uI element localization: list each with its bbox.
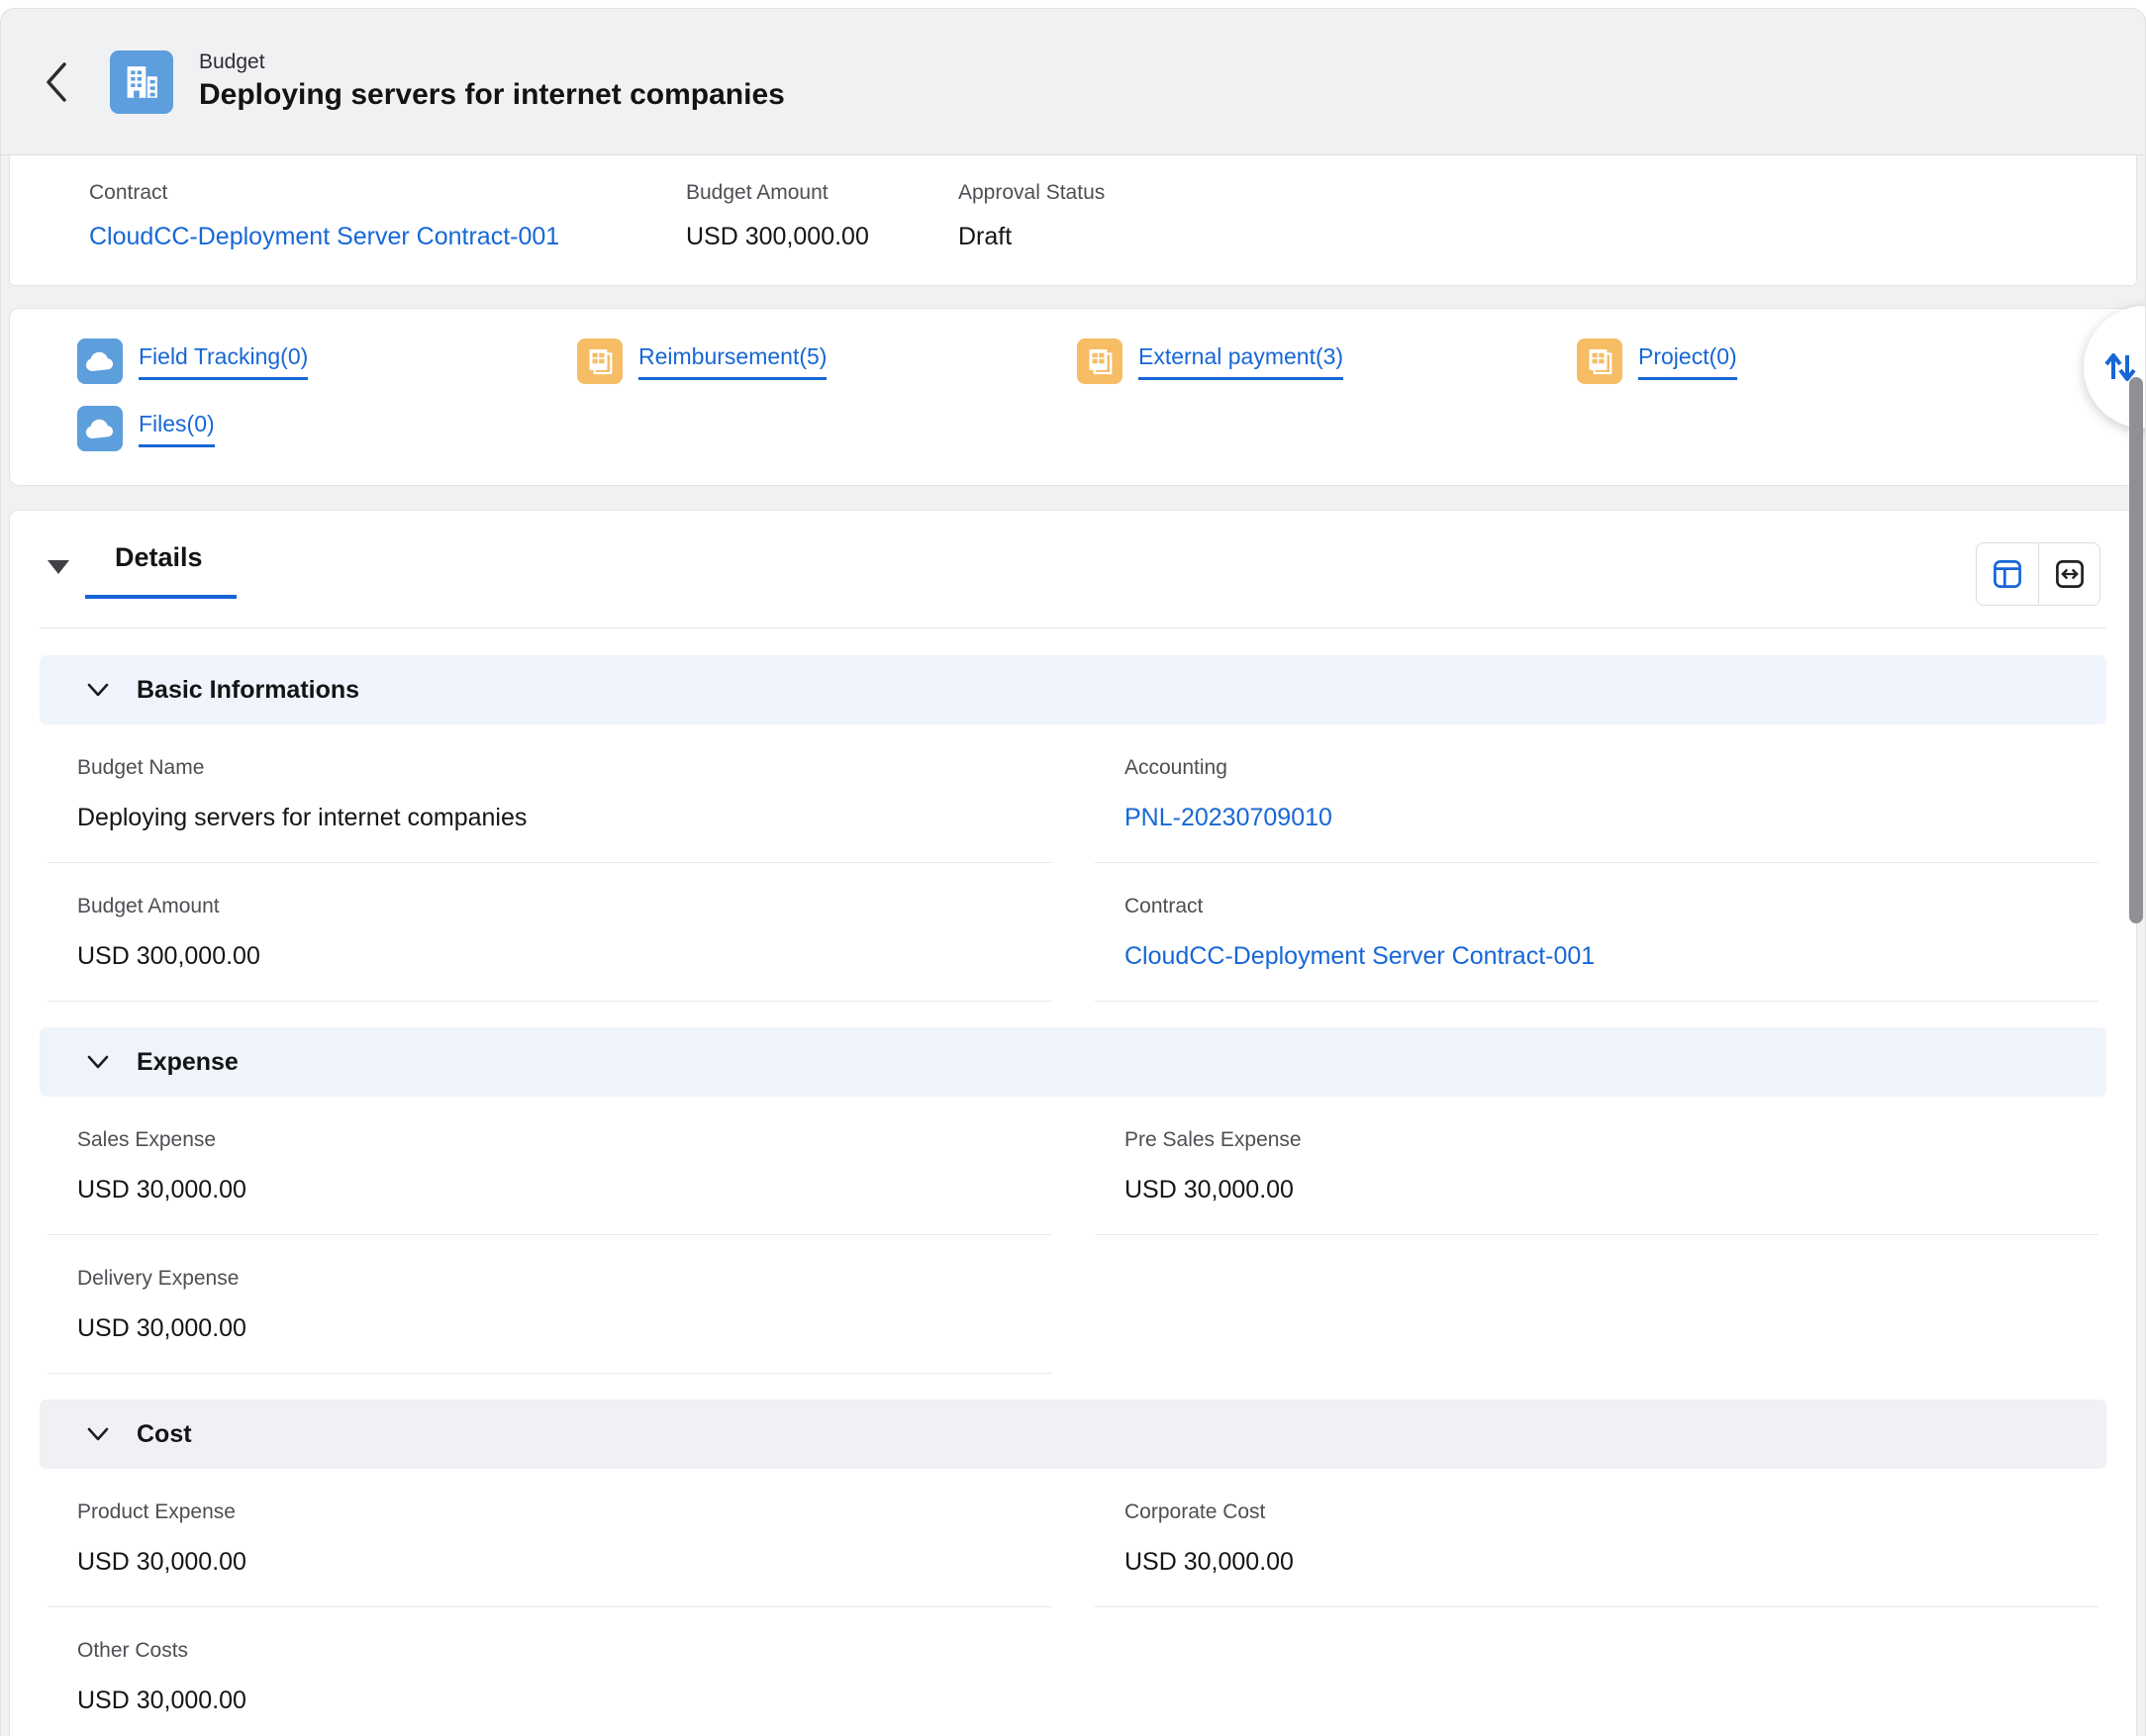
reimbursement-link[interactable]: Reimbursement(5) [638, 343, 827, 380]
field-tracking-link[interactable]: Field Tracking(0) [139, 343, 308, 380]
chevron-down-icon [85, 681, 111, 699]
field-label: Budget Amount [77, 895, 1051, 918]
field-value: USD 30,000.00 [1124, 1548, 2098, 1577]
summary-budget-amount: Budget Amount USD 300,000.00 [686, 181, 958, 251]
field-value: USD 30,000.00 [77, 1176, 1051, 1205]
project-link[interactable]: Project(0) [1638, 343, 1737, 380]
field-label: Accounting [1124, 756, 2098, 780]
budget-amount-value: USD 300,000.00 [686, 223, 958, 251]
related-field-tracking[interactable]: Field Tracking(0) [77, 338, 577, 384]
related-files[interactable]: Files(0) [77, 406, 577, 451]
field-pre-sales-expense: Pre Sales Expense USD 30,000.00 [1095, 1097, 2098, 1235]
document-stack-icon [577, 338, 623, 384]
field-value: USD 30,000.00 [77, 1314, 1051, 1343]
field-label: Other Costs [77, 1639, 1051, 1663]
view-toggle-group [1976, 542, 2100, 606]
field-empty [1095, 1235, 2098, 1374]
section-title: Expense [137, 1048, 239, 1077]
tab-divider [40, 627, 2106, 628]
field-corporate-cost: Corporate Cost USD 30,000.00 [1095, 1469, 2098, 1607]
summary-card: Contract CloudCC-Deployment Server Contr… [9, 155, 2137, 286]
section-title: Basic Informations [137, 676, 359, 705]
tab-details[interactable]: Details [85, 542, 237, 599]
cloud-icon [77, 406, 123, 451]
summary-approval-status: Approval Status Draft [958, 181, 1105, 251]
related-reimbursement[interactable]: Reimbursement(5) [577, 338, 1077, 384]
field-value: USD 30,000.00 [77, 1687, 1051, 1715]
field-budget-name: Budget Name Deploying servers for intern… [48, 724, 1051, 863]
contract-link[interactable]: CloudCC-Deployment Server Contract-001 [89, 223, 559, 250]
field-label: Sales Expense [77, 1128, 1051, 1152]
field-label: Delivery Expense [77, 1267, 1051, 1291]
related-lists-card: Field Tracking(0) Reimbursement(5) [9, 308, 2137, 486]
field-budget-amount: Budget Amount USD 300,000.00 [48, 863, 1051, 1002]
entity-label: Budget [199, 49, 785, 75]
field-label: Budget Name [77, 756, 1051, 780]
back-button[interactable] [41, 52, 84, 112]
back-chevron-icon [41, 56, 74, 108]
field-label: Product Expense [77, 1500, 1051, 1524]
document-stack-icon [1077, 338, 1122, 384]
section-expense[interactable]: Expense [40, 1027, 2106, 1097]
contract-label: Contract [89, 181, 686, 205]
column-layout-button[interactable] [1977, 543, 2038, 605]
expand-horizontal-icon [2052, 556, 2088, 592]
buildings-icon [119, 59, 164, 105]
field-product-expense: Product Expense USD 30,000.00 [48, 1469, 1051, 1607]
related-project[interactable]: Project(0) [1577, 338, 2077, 384]
budget-entity-icon [110, 50, 173, 114]
approval-status-label: Approval Status [958, 181, 1105, 205]
field-value: Deploying servers for internet companies [77, 804, 1051, 832]
details-tab-bar: Details [10, 511, 2136, 629]
field-delivery-expense: Delivery Expense USD 30,000.00 [48, 1235, 1051, 1374]
field-value: USD 30,000.00 [77, 1548, 1051, 1577]
field-contract: Contract CloudCC-Deployment Server Contr… [1095, 863, 2098, 1002]
cloud-icon [77, 338, 123, 384]
field-accounting: Accounting PNL-20230709010 [1095, 724, 2098, 863]
field-sales-expense: Sales Expense USD 30,000.00 [48, 1097, 1051, 1235]
chevron-down-icon [85, 1053, 111, 1071]
external-payment-link[interactable]: External payment(3) [1138, 343, 1343, 380]
chevron-down-icon [85, 1425, 111, 1443]
collapse-triangle-icon[interactable] [48, 560, 69, 574]
files-link[interactable]: Files(0) [139, 411, 215, 447]
budget-amount-label: Budget Amount [686, 181, 958, 205]
field-other-costs: Other Costs USD 30,000.00 [48, 1607, 1051, 1736]
approval-status-value: Draft [958, 223, 1105, 251]
summary-contract: Contract CloudCC-Deployment Server Contr… [89, 181, 686, 251]
layout-columns-icon [1990, 556, 2025, 592]
section-cost[interactable]: Cost [40, 1399, 2106, 1469]
page-header: Budget Deploying servers for internet co… [1, 9, 2145, 155]
field-label: Contract [1124, 895, 2098, 918]
expand-width-button[interactable] [2038, 543, 2099, 605]
field-value: USD 30,000.00 [1124, 1176, 2098, 1205]
section-title: Cost [137, 1420, 192, 1449]
vertical-scrollbar-thumb[interactable] [2129, 377, 2143, 923]
budget-detail-page: Budget Deploying servers for internet co… [0, 8, 2146, 1736]
field-empty [1095, 1607, 2098, 1736]
section-basic-informations[interactable]: Basic Informations [40, 655, 2106, 724]
accounting-link[interactable]: PNL-20230709010 [1124, 804, 1332, 831]
related-external-payment[interactable]: External payment(3) [1077, 338, 1577, 384]
document-stack-icon [1577, 338, 1622, 384]
field-label: Pre Sales Expense [1124, 1128, 2098, 1152]
page-title: Deploying servers for internet companies [199, 75, 785, 115]
contract-detail-link[interactable]: CloudCC-Deployment Server Contract-001 [1124, 942, 1595, 970]
details-card: Details [9, 510, 2137, 1736]
field-label: Corporate Cost [1124, 1500, 2098, 1524]
field-value: USD 300,000.00 [77, 942, 1051, 971]
